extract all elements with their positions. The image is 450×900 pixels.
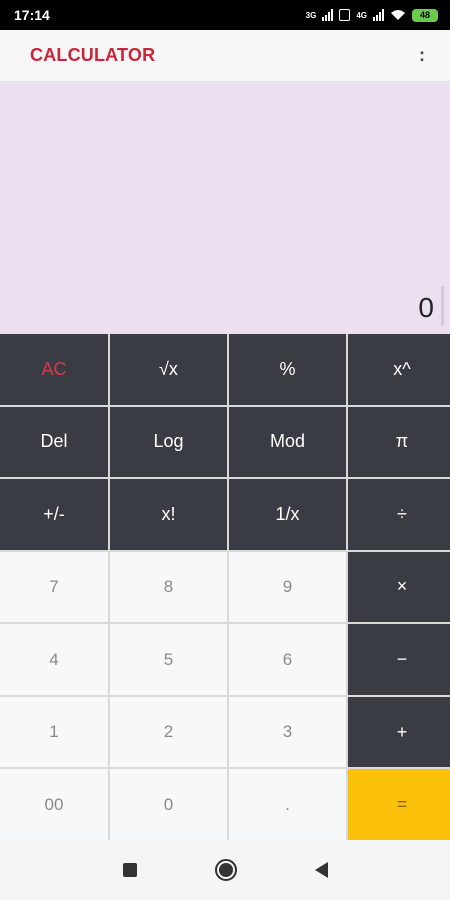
- network-4g-label: 4G: [356, 10, 367, 20]
- log-button[interactable]: Log: [110, 406, 227, 478]
- minus-button[interactable]: −: [348, 624, 450, 695]
- status-icons: 3G 4G 48: [305, 8, 438, 22]
- multiply-button[interactable]: ×: [348, 551, 450, 623]
- percent-button[interactable]: %: [229, 334, 346, 405]
- square-root-button[interactable]: √x: [110, 334, 227, 405]
- sim-icon: [339, 9, 351, 21]
- equals-button[interactable]: =: [348, 769, 450, 840]
- signal-icon: [322, 9, 334, 21]
- home-icon[interactable]: [214, 859, 237, 881]
- recent-apps-icon[interactable]: [122, 863, 137, 877]
- digit-0-button[interactable]: 0: [110, 769, 227, 840]
- digit-3-button[interactable]: 3: [229, 696, 346, 768]
- decimal-button[interactable]: .: [229, 769, 346, 840]
- delete-button[interactable]: Del: [0, 406, 108, 478]
- mod-button[interactable]: Mod: [229, 406, 346, 478]
- digit-4-button[interactable]: 4: [0, 624, 108, 695]
- calculator-display: 0: [0, 82, 450, 334]
- reciprocal-button[interactable]: 1/x: [229, 479, 346, 550]
- navigation-bar: [0, 840, 450, 900]
- pi-button[interactable]: π: [348, 406, 450, 478]
- signal-icon-2: [373, 9, 384, 21]
- factorial-button[interactable]: x!: [110, 479, 227, 550]
- keypad: AC √x % x^ Del Log Mod π +/- x! 1/x ÷ 7 …: [0, 334, 450, 840]
- overflow-menu-icon[interactable]: :: [412, 45, 432, 66]
- wifi-icon: [391, 10, 405, 20]
- digit-1-button[interactable]: 1: [0, 696, 108, 768]
- power-button[interactable]: x^: [348, 334, 450, 405]
- battery-icon: 48: [412, 8, 438, 22]
- display-scrollbar[interactable]: [441, 286, 444, 326]
- app-title: CALCULATOR: [30, 45, 156, 65]
- digit-8-button[interactable]: 8: [110, 551, 227, 623]
- digit-6-button[interactable]: 6: [229, 624, 346, 695]
- app-bar: CALCULATOR :: [0, 30, 450, 82]
- divide-button[interactable]: ÷: [348, 479, 450, 550]
- display-value: 0: [418, 292, 434, 323]
- clear-button[interactable]: AC: [0, 334, 108, 405]
- negate-button[interactable]: +/-: [0, 479, 108, 550]
- digit-2-button[interactable]: 2: [110, 696, 227, 768]
- digit-7-button[interactable]: 7: [0, 551, 108, 623]
- digit-9-button[interactable]: 9: [229, 551, 346, 623]
- back-icon[interactable]: [314, 862, 328, 878]
- status-time: 17:14: [14, 7, 50, 23]
- digit-5-button[interactable]: 5: [110, 624, 227, 695]
- double-zero-button[interactable]: 00: [0, 769, 108, 840]
- status-bar: 17:14 3G 4G 48: [0, 0, 450, 30]
- plus-button[interactable]: +: [348, 696, 450, 768]
- network-3g-label: 3G: [305, 10, 317, 20]
